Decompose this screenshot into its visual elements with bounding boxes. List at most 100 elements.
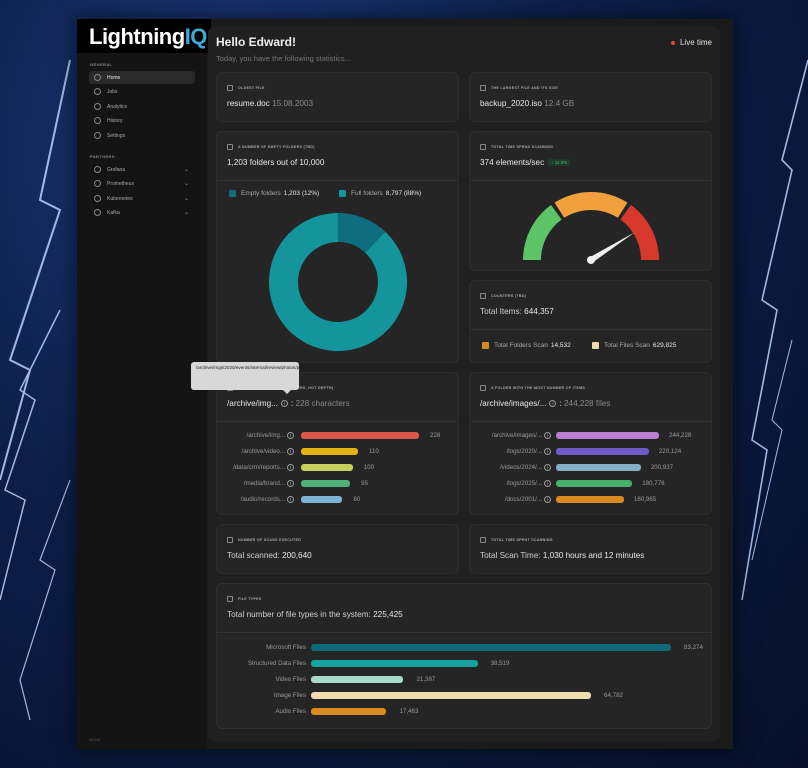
divider bbox=[217, 632, 711, 633]
bar-value: 38,519 bbox=[490, 660, 510, 667]
bar-label: /archive/img... bbox=[246, 432, 285, 439]
analytics-icon bbox=[94, 103, 101, 110]
bar[interactable] bbox=[311, 660, 478, 667]
speed-value: 374 elements/sec bbox=[480, 158, 545, 167]
card-header: FILE TYPES bbox=[227, 596, 262, 602]
live-time-indicator[interactable]: Live time bbox=[670, 38, 712, 47]
bar[interactable] bbox=[301, 496, 343, 503]
app-logo[interactable]: LightningIQ bbox=[77, 19, 211, 53]
legend-full[interactable]: Full folders 8,797 (88%) bbox=[339, 190, 421, 197]
folder-icon bbox=[480, 385, 486, 391]
bar[interactable] bbox=[301, 464, 353, 471]
info-icon[interactable]: i bbox=[549, 400, 557, 408]
bar-label: /archive/video... bbox=[241, 448, 285, 455]
largest-file-size: 12.4 GB bbox=[544, 99, 575, 108]
most-files-count: 244,228 files bbox=[564, 399, 611, 408]
bar[interactable] bbox=[301, 448, 358, 455]
sidebar: LightningIQ GENERAL Home Jobs Analytics … bbox=[77, 19, 211, 749]
bar[interactable] bbox=[311, 644, 671, 651]
bar[interactable] bbox=[556, 464, 641, 471]
bar[interactable] bbox=[311, 708, 387, 715]
card-value: Total scanned: 200,640 bbox=[227, 551, 312, 560]
bar-value: 160,965 bbox=[633, 496, 657, 503]
sidebar-item-jobs[interactable]: Jobs bbox=[89, 85, 195, 98]
sidebar-item-history[interactable]: History bbox=[89, 114, 195, 127]
divider bbox=[217, 421, 458, 422]
bar[interactable] bbox=[556, 448, 649, 455]
live-label: Live time bbox=[679, 38, 712, 47]
card-header: A FOLDER WITH THE MOST NUMBER OF ITEMS bbox=[480, 385, 585, 391]
app-window: LightningIQ GENERAL Home Jobs Analytics … bbox=[77, 19, 733, 749]
bar-label: Structured Data Files bbox=[247, 660, 306, 667]
app-version: v1.0.0 bbox=[89, 737, 100, 742]
folder-icon bbox=[227, 144, 233, 150]
bar[interactable] bbox=[556, 480, 633, 487]
sidebar-item-prometheus[interactable]: Prometheus ⌄ bbox=[89, 177, 195, 190]
card-header: TOTAL TIME SPEND SCANNING bbox=[480, 144, 553, 150]
bar-value: 83,274 bbox=[684, 644, 703, 651]
prometheus-icon bbox=[94, 180, 101, 187]
bar-label: /docs/2001/... bbox=[504, 496, 542, 503]
legend-swatch bbox=[229, 190, 236, 197]
legend-value: 1,203 (12%) bbox=[283, 190, 320, 197]
bar[interactable] bbox=[301, 480, 351, 487]
info-icon[interactable]: i bbox=[287, 463, 294, 471]
live-dot-icon bbox=[670, 40, 675, 45]
info-icon[interactable]: i bbox=[287, 431, 294, 439]
card-file-types: FILE TYPES Total number of file types in… bbox=[216, 583, 712, 729]
bar-value: 180,776 bbox=[642, 480, 665, 487]
most-files-path: /archive/images/... bbox=[480, 399, 547, 408]
bar-label: /logs/2020/... bbox=[506, 448, 542, 455]
card-title: A NUMBER OF EMPTY FOLDERS (TBD) bbox=[238, 145, 315, 149]
info-icon[interactable]: i bbox=[544, 479, 551, 487]
history-icon bbox=[94, 117, 101, 124]
info-icon[interactable]: i bbox=[287, 479, 294, 487]
sidebar-item-kafka[interactable]: Kafka ⌄ bbox=[89, 206, 195, 219]
bar-label: Audio Files bbox=[275, 708, 306, 715]
card-title: NUMBER OF SCANS EXECUTED bbox=[238, 538, 302, 542]
bar[interactable] bbox=[311, 676, 404, 683]
oldest-file-name: resume.doc bbox=[227, 99, 270, 108]
info-icon[interactable]: i bbox=[280, 400, 288, 408]
sidebar-item-analytics[interactable]: Analytics bbox=[89, 100, 195, 113]
divider bbox=[470, 421, 711, 422]
sidebar-item-settings[interactable]: Settings bbox=[89, 129, 195, 142]
card-most-files: A FOLDER WITH THE MOST NUMBER OF ITEMS /… bbox=[469, 372, 712, 515]
gauge-hub bbox=[587, 256, 595, 264]
bar[interactable] bbox=[556, 432, 659, 439]
logo-suffix: IQ bbox=[184, 24, 208, 49]
bar[interactable] bbox=[311, 692, 592, 699]
info-icon[interactable]: i bbox=[544, 447, 551, 455]
bar-value: 21,387 bbox=[416, 676, 436, 683]
scan-icon bbox=[227, 537, 233, 543]
bar[interactable] bbox=[556, 496, 624, 503]
sidebar-item-home[interactable]: Home bbox=[89, 71, 195, 84]
kafka-icon bbox=[94, 209, 101, 216]
sidebar-item-kubernetes[interactable]: Kubernetes ⌄ bbox=[89, 192, 195, 205]
total-items-label: Total Items: bbox=[480, 307, 522, 316]
card-value: 374 elements/sec ↑ 11.2% bbox=[480, 158, 571, 167]
info-icon[interactable]: i bbox=[544, 463, 551, 471]
info-icon[interactable]: i bbox=[287, 447, 294, 455]
info-icon[interactable]: i bbox=[287, 495, 294, 503]
card-scan-time: TOTAL TIME SPENT SCANNING Total Scan Tim… bbox=[469, 524, 712, 574]
donut-chart bbox=[269, 213, 407, 351]
scan-time-value: 1,030 hours and 12 minutes bbox=[542, 551, 645, 560]
legend-empty[interactable]: Empty folders 1,203 (12%) bbox=[229, 190, 319, 197]
file-type-icon bbox=[227, 596, 233, 602]
gauge-segment-high bbox=[620, 204, 659, 260]
chevron-down-icon: ⌄ bbox=[183, 167, 189, 173]
bar-label: /logs/2025/... bbox=[506, 480, 542, 487]
gauge-needle bbox=[589, 232, 635, 263]
sidebar-item-grafana[interactable]: Grafana ⌄ bbox=[89, 163, 195, 176]
info-icon[interactable]: i bbox=[544, 495, 551, 503]
card-title: THE LARGEST FILE AND ITS SIZE bbox=[491, 86, 559, 90]
legend-value: 14,532 bbox=[550, 342, 571, 349]
bar[interactable] bbox=[301, 432, 419, 439]
longest-path-chars: 228 characters bbox=[295, 399, 350, 408]
bar-label: /archive/images/... bbox=[491, 432, 542, 439]
legend-swatch bbox=[482, 342, 489, 349]
gauge-segment-mid bbox=[554, 192, 628, 218]
info-icon[interactable]: i bbox=[544, 431, 551, 439]
bar-value: 80 bbox=[353, 496, 361, 503]
